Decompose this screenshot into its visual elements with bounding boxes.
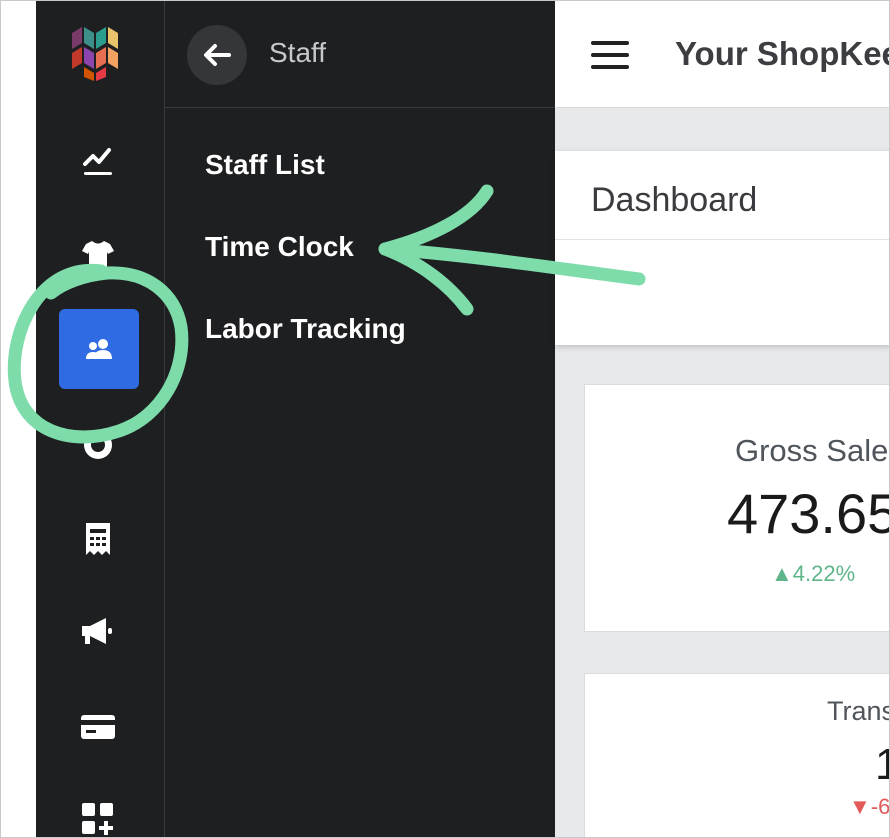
app-window: Staff Staff List Time Clock Labor Tracki… — [0, 0, 890, 838]
stat-card-transactions[interactable]: Trans 1 ▼-6 — [584, 673, 890, 837]
register-receipt-icon[interactable] — [80, 521, 116, 557]
dashboard-header-card: Dashboard — [555, 151, 889, 345]
page-title: Dashboard — [591, 181, 758, 219]
stat-label: Trans — [827, 696, 890, 726]
reports-chart-icon[interactable] — [80, 143, 116, 179]
payments-card-icon[interactable] — [80, 709, 116, 745]
arrow-left-icon — [204, 44, 231, 66]
submenu-header: Staff — [165, 1, 555, 108]
inventory-shirt-icon[interactable] — [80, 235, 116, 271]
marketing-megaphone-icon[interactable] — [80, 613, 116, 649]
customers-icon[interactable] — [80, 427, 116, 463]
hamburger-menu-icon[interactable] — [591, 41, 629, 71]
submenu-title: Staff — [269, 37, 327, 68]
store-title: Your ShopKee — [675, 35, 890, 72]
divider — [555, 239, 889, 240]
top-bar: Your ShopKee — [555, 1, 890, 108]
staff-people-icon[interactable] — [59, 309, 139, 389]
icon-rail — [36, 1, 165, 837]
stat-label: Gross Sales — [735, 433, 890, 468]
back-button[interactable] — [187, 25, 247, 85]
submenu-item-staff-list[interactable]: Staff List — [205, 149, 325, 181]
left-margin — [1, 1, 36, 837]
addons-apps-icon[interactable] — [80, 801, 116, 837]
submenu-item-labor-tracking[interactable]: Labor Tracking — [205, 313, 406, 345]
logo-icon[interactable] — [66, 23, 126, 83]
submenu-item-time-clock[interactable]: Time Clock — [205, 231, 354, 263]
stat-card-gross-sales[interactable]: Gross Sales 473.65 ▲4.22% — [584, 384, 890, 632]
main-content: Your ShopKee Dashboard Gross Sales 473.6… — [555, 1, 890, 837]
staff-submenu: Staff Staff List Time Clock Labor Tracki… — [165, 1, 555, 837]
stat-value: 1 — [875, 740, 889, 790]
stat-value: 473.65 — [727, 482, 890, 545]
stat-change: ▼-6 — [849, 794, 890, 819]
stat-change: ▲4.22% — [771, 561, 856, 586]
